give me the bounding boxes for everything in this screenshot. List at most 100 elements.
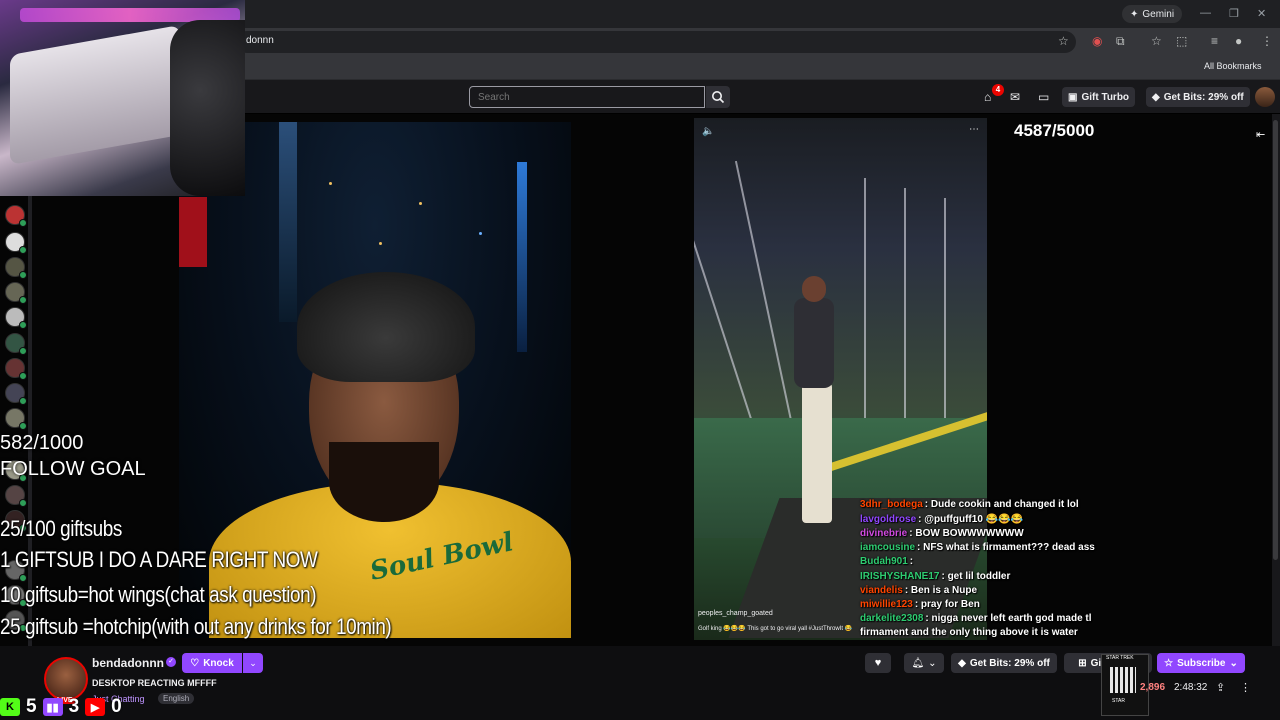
- get-bits-nav-button[interactable]: ◆ Get Bits: 29% off: [1146, 87, 1250, 107]
- notifications-bell-button[interactable]: 🔔︎ ⌄: [904, 653, 944, 673]
- chat-message: 3dhr_bodega: Dude cookin and changed it …: [860, 499, 1079, 510]
- beard: [329, 442, 439, 522]
- live-indicator-dot: [19, 271, 27, 279]
- followed-channel-avatar[interactable]: [5, 282, 27, 304]
- maximize-icon[interactable]: ❐: [1229, 7, 1239, 20]
- chat-bubble-icon[interactable]: ▭: [1038, 90, 1049, 104]
- page-scrollbar-thumb[interactable]: [1273, 120, 1278, 560]
- giftsub-progress: 25/100 giftsubs: [0, 516, 122, 541]
- chat-username[interactable]: 3dhr_bodega: [860, 499, 923, 510]
- knock-label: Knock: [203, 657, 234, 669]
- heart-icon: ♥: [874, 657, 882, 669]
- followed-channel-avatar[interactable]: [5, 408, 27, 430]
- live-indicator-dot: [19, 422, 27, 430]
- notifications-icon[interactable]: ⌂: [984, 90, 991, 104]
- close-icon[interactable]: ✕: [1257, 7, 1266, 20]
- turbo-icon: ▣: [1068, 91, 1078, 103]
- chat-username[interactable]: divinebrie: [860, 528, 907, 539]
- giftsub-hotwings-line: 10 giftsub=hot wings(chat ask question): [0, 582, 317, 607]
- all-bookmarks-link[interactable]: All Bookmarks: [1204, 61, 1262, 71]
- subscribe-button[interactable]: ☆ Subscribe ⌄: [1157, 653, 1245, 673]
- share-icon[interactable]: ⇪: [1216, 681, 1225, 694]
- chat-username[interactable]: darkelite2308: [860, 613, 923, 624]
- language-tag[interactable]: English: [158, 693, 195, 704]
- followed-channel-avatar[interactable]: [5, 333, 27, 355]
- live-indicator-dot: [19, 347, 27, 355]
- gemini-button[interactable]: ✦ Gemini: [1122, 5, 1183, 23]
- bookmark-star-icon[interactable]: ☆: [1058, 34, 1069, 48]
- chat-username[interactable]: IRISHYSHANE17: [860, 571, 939, 582]
- knock-button[interactable]: ♡ Knock: [182, 653, 242, 673]
- address-bar[interactable]: [236, 31, 1076, 53]
- chat-username[interactable]: lavgoldrose: [860, 514, 916, 525]
- live-indicator-dot: [19, 296, 27, 304]
- browser-menu-icon[interactable]: ⋮: [1261, 34, 1273, 48]
- reading-list-icon[interactable]: ☆: [1151, 34, 1162, 48]
- live-indicator-dot: [19, 499, 27, 507]
- live-indicator-dot: [19, 574, 27, 582]
- followed-channel-avatar[interactable]: [5, 383, 27, 405]
- chat-message: firmament and the only thing above it is…: [860, 627, 1078, 638]
- chat-username[interactable]: Budah901: [860, 556, 908, 567]
- gift-turbo-label: Gift Turbo: [1081, 91, 1130, 103]
- verified-icon: ✓: [166, 657, 176, 667]
- minimize-icon[interactable]: —: [1200, 7, 1211, 19]
- profile-icon[interactable]: ●: [1235, 34, 1242, 48]
- qr-code: [1110, 667, 1136, 693]
- extensions-icon[interactable]: ⧉: [1116, 34, 1125, 49]
- follow-counter: 4587/5000: [1014, 121, 1095, 140]
- get-bits-button[interactable]: ◆ Get Bits: 29% off: [951, 653, 1057, 673]
- chat-text: nigga never left earth god made tl: [931, 613, 1092, 624]
- giftsub-dare-line: 1 GIFTSUB I DO A DARE RIGHT NOW: [0, 547, 318, 572]
- twitch-count: 3: [68, 696, 80, 717]
- followed-channel-avatar[interactable]: [5, 485, 27, 507]
- followed-channel-avatar[interactable]: [5, 358, 27, 380]
- golfer-legs: [802, 383, 832, 523]
- bed: [10, 25, 180, 165]
- gift-icon: ⊞: [1078, 657, 1087, 669]
- search-button[interactable]: [706, 86, 730, 108]
- media-controls-icon[interactable]: ≡: [1211, 34, 1218, 48]
- gift-turbo-button[interactable]: ▣ Gift Turbo: [1062, 87, 1136, 107]
- followed-channel-avatar[interactable]: [5, 205, 27, 227]
- star-icon: ☆: [1164, 657, 1174, 669]
- reaction-clip[interactable]: 🔈 ⋯ peoples_champ_goated Golf king 😂😂😂 T…: [694, 118, 987, 640]
- clip-more-icon[interactable]: ⋯: [969, 124, 979, 135]
- knock-dropdown[interactable]: ⌄: [243, 653, 263, 673]
- sidebar-scrollbar[interactable]: [28, 196, 32, 646]
- durag: [297, 272, 475, 382]
- city-light: [329, 182, 332, 185]
- chat-message: iamcousine: NFS what is firmament??? dea…: [860, 542, 1095, 553]
- followed-channel-avatar[interactable]: [5, 257, 27, 279]
- followed-channel-avatar[interactable]: [5, 232, 27, 254]
- chat-message: IRISHYSHANE17: get lil toddler: [860, 571, 1010, 582]
- screenshot-icon[interactable]: ⬚: [1176, 34, 1187, 48]
- qr-bottom-label: STAR: [1112, 698, 1125, 704]
- blue-light-strip: [517, 162, 527, 352]
- chat-username[interactable]: miwillie123: [860, 599, 913, 610]
- more-options-icon[interactable]: ⋮: [1240, 681, 1251, 694]
- followed-channel-avatar[interactable]: [5, 307, 27, 329]
- chat-text: Ben is a Nupe: [910, 585, 978, 596]
- volume-icon[interactable]: 🔈: [702, 126, 714, 137]
- search-input[interactable]: [469, 86, 705, 108]
- chat-text: Dude cookin and changed it lol: [930, 499, 1079, 510]
- chat-username[interactable]: iamcousine: [860, 542, 915, 553]
- user-avatar[interactable]: [1255, 87, 1275, 107]
- follow-goal-count: 582/1000: [0, 432, 84, 454]
- chat-text: BOW BOWWWWWWW: [915, 528, 1024, 539]
- chevron-down-icon: ⌄: [928, 657, 937, 669]
- channel-name[interactable]: bendadonnn: [92, 656, 164, 670]
- chat-username[interactable]: viandelis: [860, 585, 903, 596]
- room-camera: [0, 0, 245, 196]
- follow-heart-button[interactable]: ♥: [865, 653, 891, 673]
- bits-icon: ◆: [958, 657, 966, 669]
- whispers-icon[interactable]: ✉: [1010, 90, 1020, 104]
- chat-message: lavgoldrose: @puffguff10 😂😂😂: [860, 514, 1023, 525]
- net-pole: [864, 178, 866, 438]
- notification-badge: 4: [992, 84, 1004, 96]
- city-light: [419, 202, 422, 205]
- extension-record-icon[interactable]: ◉: [1092, 34, 1102, 48]
- collapse-chat-icon[interactable]: ⇤: [1256, 128, 1265, 141]
- city-light: [379, 242, 382, 245]
